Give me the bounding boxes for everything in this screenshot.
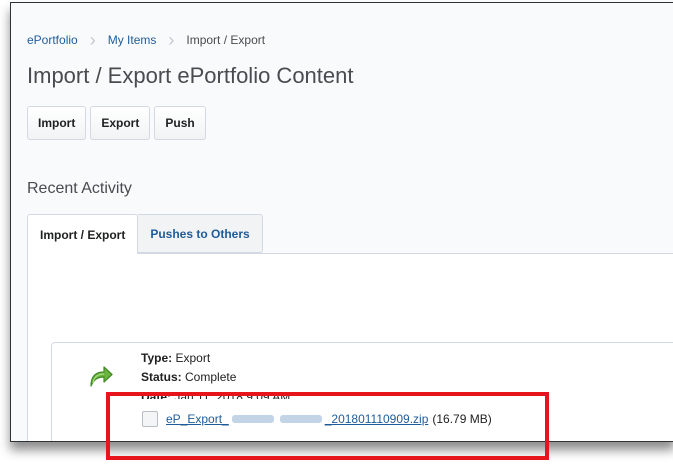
toolbar: Import Export Push [27, 106, 206, 140]
chevron-right-icon: › [89, 30, 96, 50]
redo-arrow-icon [90, 366, 113, 387]
push-button[interactable]: Push [154, 106, 206, 140]
type-value: Export [175, 351, 211, 365]
activity-status: Status: Complete [141, 370, 236, 384]
page-content: ePortfolio › My Items › Import / Export … [11, 3, 673, 441]
breadcrumb: ePortfolio › My Items › Import / Export [27, 30, 266, 50]
breadcrumb-current: Import / Export [186, 33, 266, 47]
breadcrumb-link-my-items[interactable]: My Items [108, 33, 157, 47]
import-button[interactable]: Import [27, 106, 87, 140]
chevron-right-icon: › [168, 30, 175, 50]
type-label: Type: [141, 351, 173, 365]
tab-pushes-to-others[interactable]: Pushes to Others [138, 214, 263, 253]
highlight-box [106, 392, 549, 460]
tab-import-export[interactable]: Import / Export [27, 214, 139, 254]
app-window: ePortfolio › My Items › Import / Export … [10, 2, 673, 442]
status-value: Complete [185, 370, 237, 384]
activity-type: Type: Export [141, 351, 210, 365]
recent-activity-heading: Recent Activity [27, 180, 132, 197]
breadcrumb-link-eportfolio[interactable]: ePortfolio [27, 33, 78, 47]
activity-tabs: Import / Export Pushes to Others [27, 214, 263, 254]
page-title: Import / Export ePortfolio Content [27, 63, 354, 88]
status-label: Status: [141, 370, 182, 384]
export-button[interactable]: Export [90, 106, 151, 140]
